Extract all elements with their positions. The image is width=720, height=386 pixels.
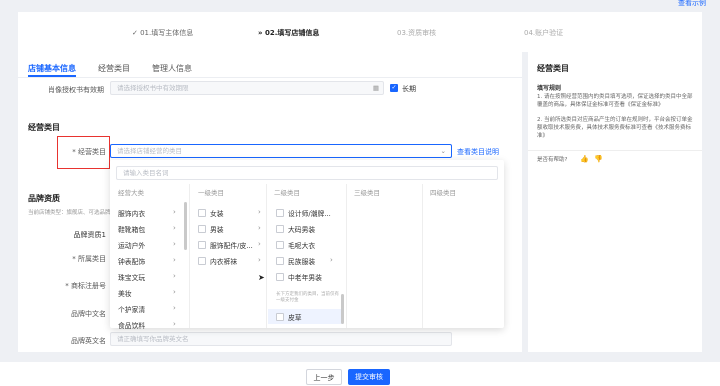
l1-item[interactable]: 服饰配件/皮... — [210, 240, 253, 250]
brand-cn-label: 品牌中文名 — [71, 310, 106, 318]
l1-checkbox[interactable] — [198, 241, 206, 249]
chevron-down-icon: ⌄ — [440, 147, 446, 155]
brand-en-label: 品牌英文名 — [71, 337, 106, 345]
l2-item[interactable]: 大码男装 — [288, 224, 315, 234]
step-4: 04.账户验证 — [524, 29, 564, 37]
chevron-right-icon: › — [258, 224, 261, 232]
help-subtitle: 填写规则 — [537, 85, 562, 92]
prev-button[interactable]: 上一步 — [306, 369, 342, 385]
l2-item[interactable]: 毛呢大衣 — [288, 240, 315, 250]
tab-divider — [18, 77, 522, 78]
chevron-right-icon: › — [173, 320, 176, 328]
help-feedback: 是否有帮助? — [537, 157, 568, 163]
chevron-right-icon: › — [258, 256, 261, 264]
long-term-checkbox[interactable]: ✓ — [390, 84, 398, 92]
chevron-right-icon: › — [173, 304, 176, 312]
l2-hint: 长下方定我们的类目，当前仅有一级支付金 — [276, 292, 339, 303]
col-divider-1 — [189, 184, 190, 328]
brand-section-desc: 当前店铺类型：旗舰店、可选品牌... — [28, 210, 116, 216]
help-title: 经营类目 — [537, 64, 569, 73]
long-term-label: 长期 — [402, 85, 416, 93]
chevron-right-icon: › — [173, 288, 176, 296]
l2-item[interactable]: 民族服装 — [288, 256, 315, 266]
category-placeholder: 请选择店铺经营的类目 — [117, 147, 182, 155]
submit-button[interactable]: 提交审核 — [348, 369, 390, 385]
l2-checkbox[interactable] — [276, 257, 284, 265]
scrollbar-col1[interactable] — [184, 202, 187, 250]
chevron-right-icon: › — [330, 256, 333, 264]
l1-checkbox[interactable] — [198, 257, 206, 265]
tab-manager[interactable]: 管理人信息 — [152, 63, 192, 74]
l2-checkbox[interactable] — [276, 273, 284, 281]
category-help-link[interactable]: 查看类目说明 — [457, 147, 499, 157]
chevron-right-icon: › — [173, 224, 176, 232]
main-cat-item[interactable]: 食品饮料 — [118, 320, 145, 330]
main-cat-item[interactable]: 美妆 — [118, 288, 132, 298]
l1-item[interactable]: 女装 — [210, 208, 224, 218]
l1-checkbox[interactable] — [198, 209, 206, 217]
brand-en-placeholder: 请正确填写你品牌英文名 — [117, 335, 189, 343]
step-2: » 02.填写店铺信息 — [258, 29, 320, 37]
l2-checkbox[interactable] — [276, 225, 284, 233]
tab-category[interactable]: 经营类目 — [98, 63, 130, 74]
main-cat-item[interactable]: 个护家清 — [118, 304, 145, 314]
brand-qual-1: 品牌资质1 — [73, 231, 106, 239]
help-panel-bottom — [528, 160, 702, 352]
col-divider-3 — [346, 184, 347, 328]
l2-item[interactable]: 中老年男装 — [288, 272, 322, 282]
chevron-right-icon: › — [173, 240, 176, 248]
cursor-icon: ➤ — [258, 273, 265, 282]
main-cat-item[interactable]: 珠宝文玩 — [118, 272, 145, 282]
auth-date-placeholder: 请选择授权书中有效期限 — [117, 84, 189, 92]
chevron-right-icon: › — [173, 272, 176, 280]
brand-en-input[interactable]: 请正确填写你品牌英文名 — [110, 332, 452, 346]
section-category: 经营类目 — [28, 123, 60, 132]
brand-section-title: 品牌资质 — [28, 194, 60, 203]
category-select[interactable]: 请选择店铺经营的类目 ⌄ — [110, 144, 452, 158]
col-header-l4: 四级类目 — [430, 189, 456, 197]
brand-category-label: * 所属类目 — [72, 255, 106, 263]
auth-date-input[interactable]: 请选择授权书中有效期限 ▦ — [110, 81, 384, 95]
category-search-placeholder: 请输入类目名词 — [123, 169, 169, 177]
chevron-right-icon: › — [173, 208, 176, 216]
col-divider-2 — [266, 184, 267, 328]
chevron-right-icon: › — [258, 240, 261, 248]
l2-checkbox[interactable] — [276, 209, 284, 217]
help-divider — [528, 150, 702, 151]
l2-checkbox[interactable] — [276, 241, 284, 249]
col-header-main: 经营大类 — [118, 189, 144, 197]
l1-item[interactable]: 内衣裤袜 — [210, 256, 237, 266]
thumbs-down-icon[interactable]: 👎 — [594, 155, 603, 163]
thumbs-up-icon[interactable]: 👍 — [580, 155, 589, 163]
l1-item[interactable]: 男装 — [210, 224, 224, 234]
col-header-l2: 二级类目 — [274, 189, 300, 197]
highlight-box — [57, 136, 110, 169]
category-search-input[interactable]: 请输入类目名词 — [116, 166, 498, 180]
l2-item-leather[interactable]: 皮草 — [288, 312, 302, 322]
main-cat-item[interactable]: 运动户外 — [118, 240, 145, 250]
top-bar — [0, 0, 720, 12]
calendar-icon: ▦ — [372, 84, 379, 92]
step-3: 03.资质审核 — [397, 29, 437, 37]
l2-item[interactable]: 设计师/潮牌... — [288, 208, 331, 218]
col-header-l3: 三级类目 — [354, 189, 380, 197]
scrollbar-col3[interactable] — [341, 294, 344, 324]
main-cat-item[interactable]: 钟表配饰 — [118, 256, 145, 266]
chevron-right-icon: › — [173, 256, 176, 264]
steps-bar — [18, 12, 702, 52]
main-cat-item[interactable]: 服饰内衣 — [118, 208, 145, 218]
auth-label: 肖像授权书有效期 — [48, 86, 104, 94]
step-1: ✓ 01.填写主体信息 — [132, 29, 194, 37]
help-rule-2: 2. 当前所选类目对应商品产生的订单在规则时，平台会按订单金额收取技术服务费，具… — [537, 117, 693, 139]
top-link[interactable]: 查看示例 — [678, 0, 706, 8]
col-header-l1: 一级类目 — [198, 189, 224, 197]
trademark-label: * 商标注册号 — [65, 282, 106, 290]
col-divider-4 — [422, 184, 423, 328]
main-cat-item[interactable]: 鞋靴箱包 — [118, 224, 145, 234]
tab-store-info[interactable]: 店铺基本信息 — [28, 63, 76, 74]
l2-checkbox[interactable] — [276, 313, 284, 321]
chevron-right-icon: › — [258, 208, 261, 216]
l1-checkbox[interactable] — [198, 225, 206, 233]
help-rule-1: 1. 请在按照经营范围内的类目填写选项，保证选择的类目中全部覆盖的商品，具体保证… — [537, 94, 693, 108]
